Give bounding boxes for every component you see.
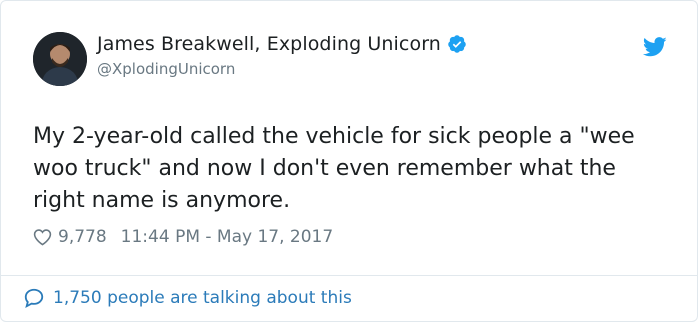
- verified-badge-icon: [447, 34, 467, 54]
- speech-bubble-icon: [23, 287, 45, 309]
- avatar-image: [33, 32, 87, 86]
- tweet-timestamp[interactable]: 11:44 PM - May 17, 2017: [121, 227, 334, 247]
- heart-icon[interactable]: [33, 228, 52, 246]
- embedded-tweet-card: James Breakwell, Exploding Unicorn @Xplo…: [0, 0, 698, 322]
- author-avatar[interactable]: [33, 32, 87, 86]
- twitter-bird-icon[interactable]: [642, 37, 667, 57]
- author-handle[interactable]: @XplodingUnicorn: [97, 60, 235, 78]
- conversation-link[interactable]: 1,750 people are talking about this: [23, 287, 352, 309]
- divider: [1, 275, 697, 276]
- conversation-link-text: 1,750 people are talking about this: [53, 288, 352, 308]
- author-display-name[interactable]: James Breakwell, Exploding Unicorn: [97, 33, 441, 55]
- tweet-text: My 2-year-old called the vehicle for sic…: [33, 124, 635, 213]
- tweet-meta: 9,778 11:44 PM - May 17, 2017: [33, 227, 333, 247]
- like-count[interactable]: 9,778: [58, 227, 107, 247]
- author-name-row: James Breakwell, Exploding Unicorn: [97, 33, 467, 55]
